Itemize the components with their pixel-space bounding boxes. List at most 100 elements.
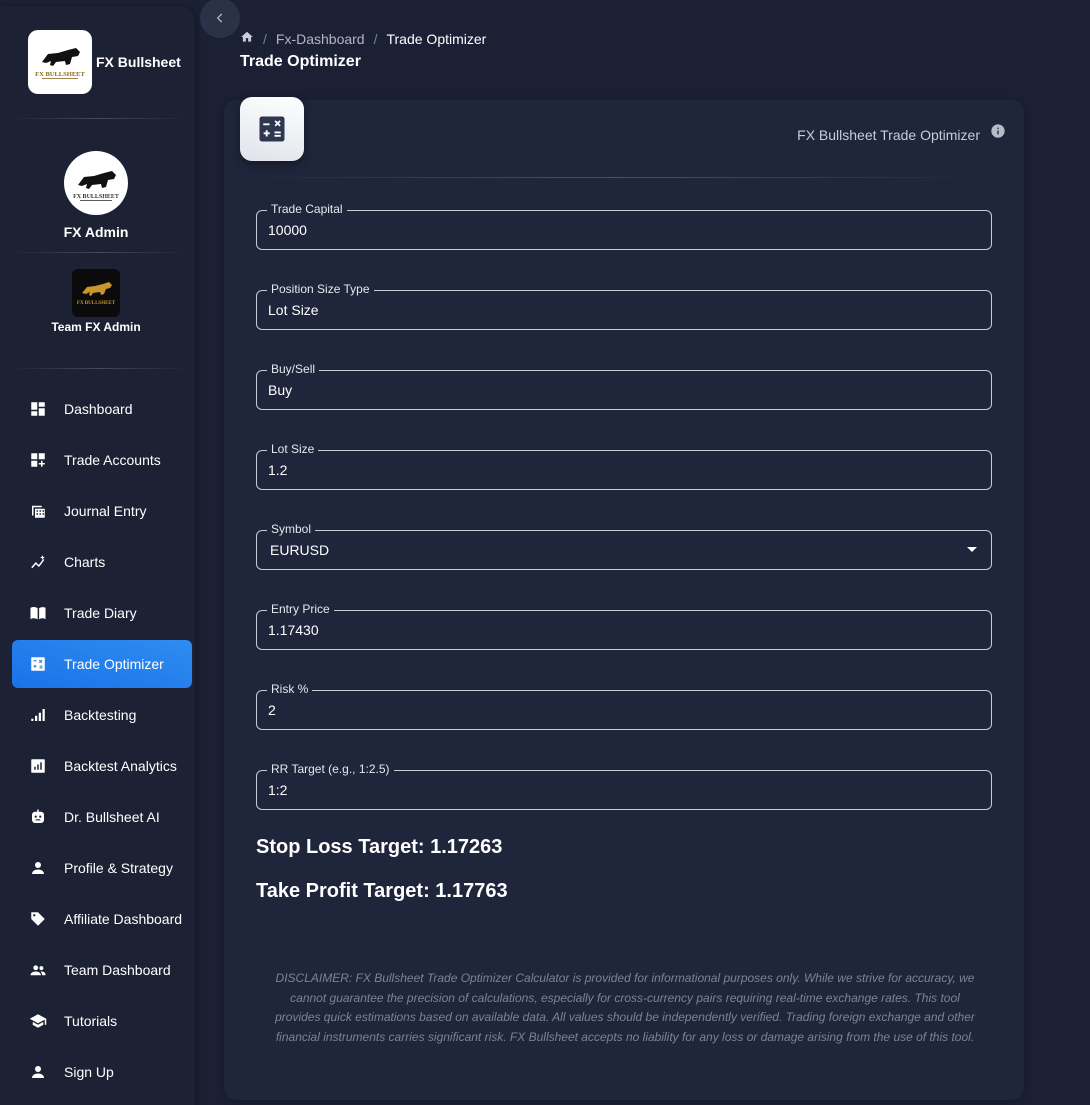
sidebar-item-dr-bullsheet-ai[interactable]: Dr. Bullsheet AI <box>12 793 192 841</box>
info-icon[interactable] <box>990 123 1006 139</box>
sidebar-item-label: Trade Optimizer <box>64 656 164 672</box>
sidebar-divider <box>10 368 188 369</box>
field-value: 1.17430 <box>268 622 319 638</box>
user-name: FX Admin <box>63 224 129 240</box>
stop-loss-target: Stop Loss Target: 1.17263 <box>256 836 503 858</box>
group-icon <box>28 960 48 980</box>
tag-icon <box>28 909 48 929</box>
field-label: Lot Size <box>267 442 319 456</box>
breadcrumb-separator: / <box>373 30 378 47</box>
chevron-left-icon <box>216 13 223 23</box>
field-label: Buy/Sell <box>267 362 320 376</box>
breadcrumb-current: Trade Optimizer <box>386 30 487 47</box>
trade-optimizer-card <box>224 100 1024 1100</box>
position-size-type-field[interactable]: Position Size Type Lot Size <box>256 282 992 330</box>
field-value: Lot Size <box>268 302 319 318</box>
field-label: Risk % <box>267 682 313 696</box>
add-widget-icon <box>28 450 48 470</box>
chart-sparkle-icon <box>28 552 48 572</box>
sidebar-item-label: Affiliate Dashboard <box>64 911 183 927</box>
buy-sell-field[interactable]: Buy/Sell Buy <box>256 362 992 410</box>
sidebar: FX BULLSHEET FX Bullsheet FX BULLSHEET F… <box>0 6 195 1105</box>
robot-icon <box>28 807 48 827</box>
sidebar-item-affiliate-dashboard[interactable]: Affiliate Dashboard <box>12 895 192 943</box>
sidebar-item-trade-diary[interactable]: Trade Diary <box>12 589 192 637</box>
sidebar-item-backtesting[interactable]: Backtesting <box>12 691 192 739</box>
sidebar-item-label: Dashboard <box>64 401 133 417</box>
field-label: Symbol <box>267 522 316 536</box>
school-icon <box>28 1011 48 1031</box>
sidebar-item-dashboard[interactable]: Dashboard <box>12 385 192 433</box>
calculator-icon <box>259 116 285 142</box>
breadcrumb-separator: / <box>263 30 267 47</box>
field-label: Trade Capital <box>267 202 347 216</box>
disclaimer: DISCLAIMER: FX Bullsheet Trade Optimizer… <box>275 971 975 1044</box>
sidebar-item-label: Trade Accounts <box>64 452 161 468</box>
sidebar-item-label: Charts <box>64 554 106 570</box>
sidebar-divider <box>10 118 188 119</box>
sidebar-item-label: Journal Entry <box>64 503 147 519</box>
page-title: Trade Optimizer <box>240 53 361 70</box>
analytics-icon <box>28 756 48 776</box>
dashboard-icon <box>28 399 48 419</box>
symbol-select[interactable]: Symbol EURUSD <box>256 522 992 570</box>
sidebar-nav: Dashboard Trade Accounts Journal Entry C… <box>12 385 192 1099</box>
home-icon[interactable] <box>240 30 254 47</box>
field-label: Position Size Type <box>267 282 374 296</box>
book-icon <box>28 603 48 623</box>
team-name: Team FX Admin <box>51 320 141 334</box>
field-value: 1.2 <box>268 462 288 478</box>
sidebar-item-label: Dr. Bullsheet AI <box>64 809 160 825</box>
sidebar-item-label: Backtest Analytics <box>64 758 177 774</box>
calculator-icon <box>28 654 48 674</box>
sidebar-item-sign-up[interactable]: Sign Up <box>12 1048 192 1096</box>
person-icon <box>28 1062 48 1082</box>
sidebar-item-trade-accounts[interactable]: Trade Accounts <box>12 436 192 484</box>
brand-name: FX Bullsheet <box>96 54 181 70</box>
team-avatar[interactable]: FX BULLSHEET <box>72 269 120 317</box>
brand-logo-text: FX BULLSHEET <box>35 71 85 78</box>
field-value: Buy <box>268 382 293 398</box>
sidebar-divider <box>10 252 188 253</box>
user-avatar-text: FX BULLSHEET <box>73 194 119 200</box>
field-value: 1:2 <box>268 782 288 798</box>
sidebar-item-backtest-analytics[interactable]: Backtest Analytics <box>12 742 192 790</box>
sidebar-item-label: Sign Up <box>64 1064 114 1080</box>
sidebar-item-charts[interactable]: Charts <box>12 538 192 586</box>
sidebar-item-journal-entry[interactable]: Journal Entry <box>12 487 192 535</box>
field-label: RR Target (e.g., 1:2.5) <box>267 762 394 776</box>
collapse-sidebar-button[interactable] <box>200 0 240 38</box>
field-value: EURUSD <box>270 542 330 558</box>
user-avatar[interactable]: FX BULLSHEET <box>64 151 128 215</box>
card-divider <box>240 177 990 178</box>
entry-price-field[interactable]: Entry Price 1.17430 <box>256 602 992 650</box>
breadcrumb-link-fx-dashboard[interactable]: Fx-Dashboard <box>276 31 365 47</box>
sidebar-item-tutorials[interactable]: Tutorials <box>12 997 192 1045</box>
take-profit-target: Take Profit Target: 1.17763 <box>256 880 508 902</box>
sidebar-item-label: Profile & Strategy <box>64 860 173 876</box>
field-value: 2 <box>268 702 276 718</box>
rr-target-field[interactable]: RR Target (e.g., 1:2.5) 1:2 <box>256 762 992 810</box>
sidebar-item-label: Tutorials <box>64 1013 118 1029</box>
sidebar-item-label: Team Dashboard <box>64 962 171 978</box>
team-avatar-text: FX BULLSHEET <box>77 301 116 306</box>
field-value: 10000 <box>268 222 307 238</box>
field-label: Entry Price <box>267 602 334 616</box>
sidebar-item-label: Backtesting <box>64 707 137 723</box>
breadcrumb: / Fx-Dashboard / Trade Optimizer <box>240 30 486 47</box>
brand-logo: FX BULLSHEET <box>28 30 92 94</box>
trade-capital-field[interactable]: Trade Capital 10000 <box>256 202 992 250</box>
risk-percent-field[interactable]: Risk % 2 <box>256 682 992 730</box>
sidebar-item-label: Trade Diary <box>64 605 137 621</box>
lot-size-field[interactable]: Lot Size 1.2 <box>256 442 992 490</box>
card-header-icon <box>240 97 304 161</box>
stairs-icon <box>28 705 48 725</box>
card-title: FX Bullsheet Trade Optimizer <box>797 127 980 143</box>
brand[interactable]: FX BULLSHEET FX Bullsheet <box>28 30 181 94</box>
sidebar-item-profile-strategy[interactable]: Profile & Strategy <box>12 844 192 892</box>
sidebar-item-trade-optimizer[interactable]: Trade Optimizer <box>12 640 192 688</box>
person-icon <box>28 858 48 878</box>
dropdown-arrow-icon[interactable] <box>967 547 977 552</box>
sidebar-item-team-dashboard[interactable]: Team Dashboard <box>12 946 192 994</box>
journal-calendar-icon <box>28 501 48 521</box>
